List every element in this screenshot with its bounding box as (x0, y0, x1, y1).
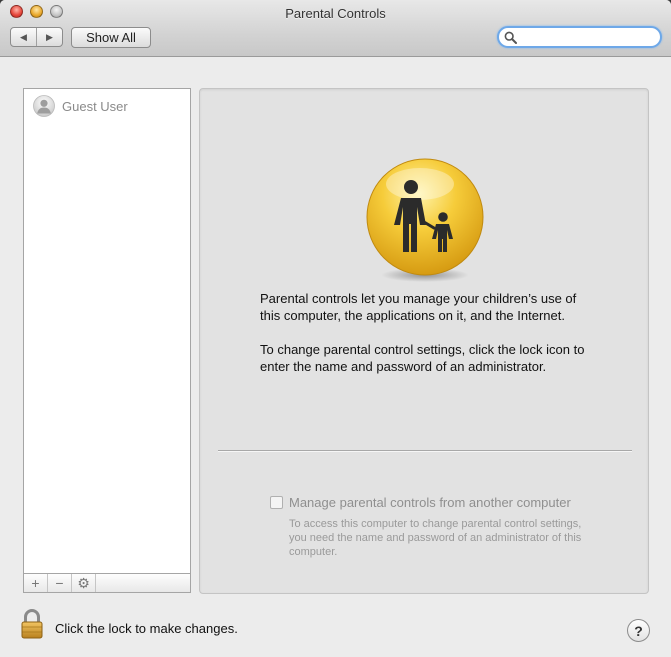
search-icon (504, 31, 517, 44)
remote-management-checkbox[interactable] (270, 496, 283, 509)
titlebar: Parental Controls ◀ ▶ Show All (0, 0, 671, 57)
window-title: Parental Controls (285, 6, 386, 21)
lock-status-text: Click the lock to make changes. (55, 621, 238, 636)
forward-button[interactable]: ▶ (36, 28, 62, 46)
back-button[interactable]: ◀ (11, 28, 36, 46)
search-input[interactable] (519, 29, 657, 45)
remote-management-label: Manage parental controls from another co… (289, 495, 571, 510)
back-forward-control: ◀ ▶ (10, 27, 63, 47)
remove-user-button[interactable]: − (48, 574, 72, 592)
show-all-button[interactable]: Show All (71, 27, 151, 48)
forward-arrow-icon: ▶ (46, 31, 53, 42)
remote-management-option: Manage parental controls from another co… (270, 495, 571, 510)
divider (218, 450, 632, 451)
lock-icon[interactable] (20, 608, 44, 640)
description: Parental controls let you manage your ch… (260, 290, 600, 375)
description-paragraph-2: To change parental control settings, cli… (260, 342, 585, 374)
parent-child-icon (366, 158, 484, 282)
user-name: Guest User (62, 98, 128, 114)
user-silhouette-icon (33, 95, 55, 117)
gear-icon[interactable]: ⚙ (72, 574, 96, 592)
user-list[interactable]: Guest User (23, 88, 191, 574)
back-arrow-icon: ◀ (20, 31, 27, 42)
main-pane: Parental controls let you manage your ch… (199, 88, 649, 594)
remote-management-note: To access this computer to change parent… (289, 518, 582, 558)
user-row-guest[interactable]: Guest User (24, 94, 190, 118)
search-field[interactable] (497, 26, 662, 48)
help-button[interactable]: ? (627, 619, 650, 642)
user-list-toolbar: + − ⚙ (23, 573, 191, 593)
preferences-window: Parental Controls ◀ ▶ Show All Guest Use… (0, 0, 671, 657)
add-user-button[interactable]: + (24, 574, 48, 592)
description-paragraph-1: Parental controls let you manage your ch… (260, 291, 577, 323)
